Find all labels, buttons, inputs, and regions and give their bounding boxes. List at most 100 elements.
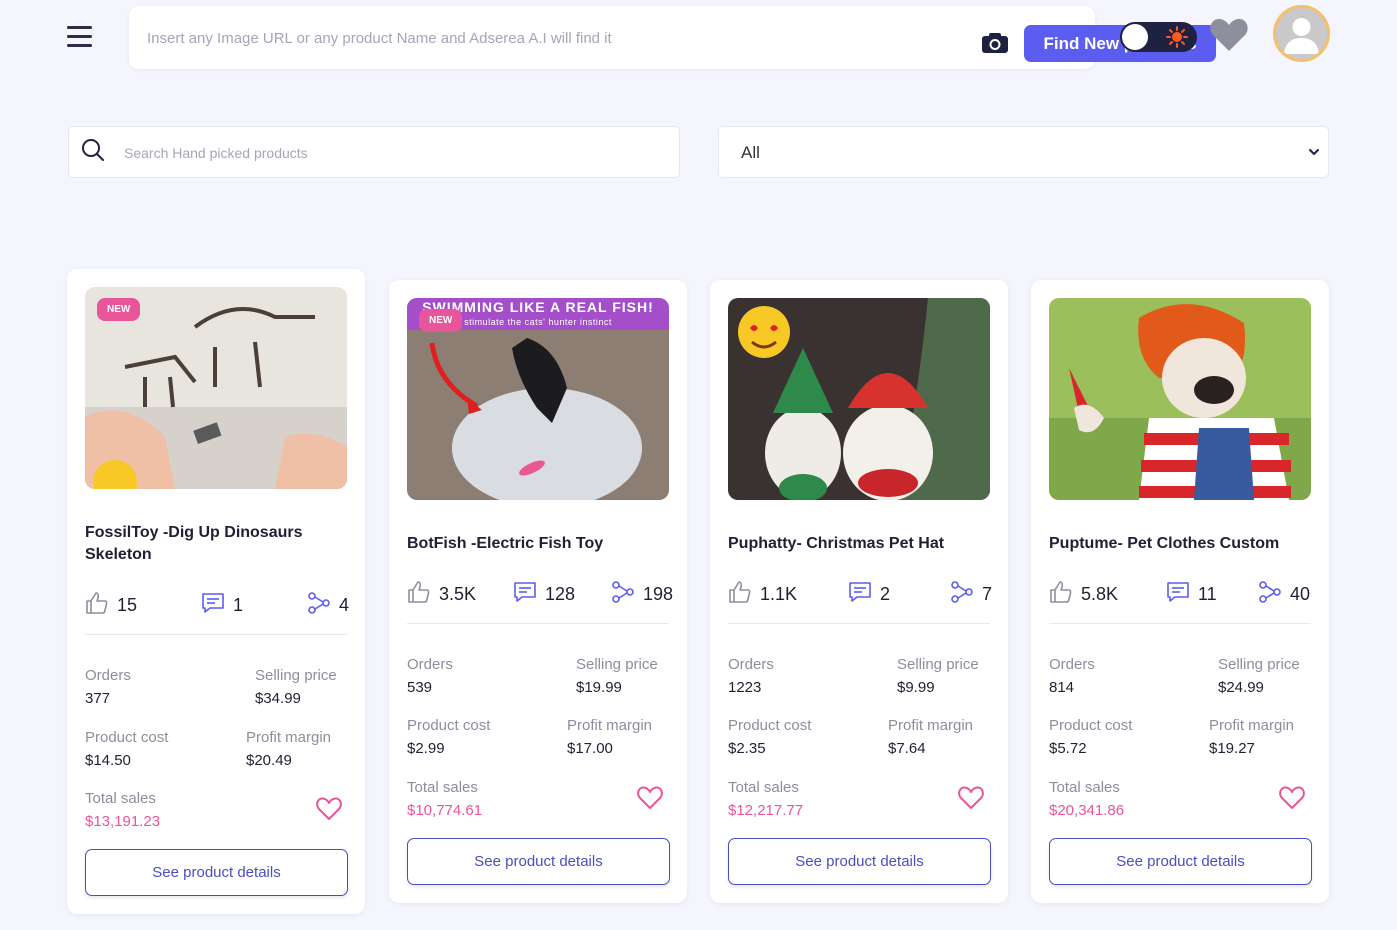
total-sales-value: $13,191.23 [85, 813, 161, 830]
likes-stat: 1.1K [728, 574, 797, 604]
product-title: BotFish -Electric Fish Toy [407, 535, 604, 552]
product-stats: 3.5K 128 198 [407, 574, 673, 604]
profit-margin-value: $19.27 [1209, 740, 1255, 757]
likes-stat: 15 [85, 585, 137, 615]
sun-icon [1166, 26, 1188, 48]
favorites-heart-icon[interactable] [1209, 17, 1249, 53]
product-cost-label: Product cost [728, 717, 812, 734]
likes-count: 3.5K [439, 584, 477, 604]
profit-margin-value: $17.00 [567, 740, 613, 757]
comment-icon [1167, 582, 1189, 602]
total-sales-label: Total sales [728, 779, 799, 796]
thumbs-up-icon [1050, 581, 1072, 603]
selling-price-label: Selling price [897, 656, 979, 673]
comments-count: 1 [233, 595, 244, 615]
avatar-placeholder-icon [1276, 8, 1327, 59]
favorite-heart-icon[interactable] [637, 786, 663, 810]
divider [85, 634, 347, 635]
product-stats: 15 1 4 [85, 585, 350, 615]
profit-margin-value: $20.49 [246, 752, 292, 769]
image-url-search-bar: Find New products [129, 6, 1216, 69]
product-card: Puptume- Pet Clothes Custom 5.8K 11 40 O… [1031, 280, 1329, 903]
comments-count: 128 [545, 584, 576, 604]
share-icon [612, 581, 634, 603]
product-title: FossilToy -Dig Up Dinosaurs Skeleton [85, 524, 303, 563]
new-badge: NEW [97, 298, 141, 321]
total-sales-value: $12,217.77 [728, 802, 804, 819]
orders-label: Orders [728, 656, 774, 673]
product-card: Puphatty- Christmas Pet Hat 1.1K 2 7 Ord… [710, 280, 1008, 903]
selling-price-label: Selling price [255, 667, 337, 684]
profit-margin-label: Profit margin [246, 729, 332, 746]
menu-icon[interactable] [67, 26, 92, 48]
product-image[interactable] [1049, 298, 1311, 500]
selling-price-value: $19.99 [576, 679, 622, 696]
product-cost-value: $2.99 [407, 740, 445, 757]
total-sales-label: Total sales [1049, 779, 1120, 796]
share-icon [1259, 581, 1281, 603]
comment-icon [849, 582, 871, 602]
camera-icon[interactable] [981, 32, 1009, 54]
category-select[interactable]: All [718, 126, 1329, 178]
thumbs-up-icon [86, 592, 108, 614]
user-avatar[interactable] [1273, 5, 1330, 62]
shares-count: 198 [643, 584, 674, 604]
selling-price-label: Selling price [576, 656, 658, 673]
theme-toggle[interactable] [1120, 22, 1197, 52]
likes-count: 1.1K [760, 584, 798, 604]
likes-count: 15 [117, 595, 138, 615]
chevron-down-icon [1309, 149, 1319, 156]
comment-icon [202, 593, 224, 613]
orders-value: 1223 [728, 679, 762, 696]
see-product-details-button[interactable]: See product details [728, 838, 991, 885]
likes-stat: 5.8K [1049, 574, 1118, 604]
comments-count: 2 [880, 584, 891, 604]
see-product-details-button[interactable]: See product details [1049, 838, 1312, 885]
product-cost-label: Product cost [85, 729, 169, 746]
comments-stat: 128 [513, 574, 575, 604]
product-stats: 5.8K 11 40 [1049, 574, 1311, 604]
search-icon [82, 139, 104, 161]
shares-count: 40 [1290, 584, 1311, 604]
orders-label: Orders [1049, 656, 1095, 673]
see-product-details-button[interactable]: See product details [407, 838, 670, 885]
divider [728, 623, 990, 624]
favorite-heart-icon[interactable] [958, 786, 984, 810]
divider [407, 623, 669, 624]
new-badge: NEW [419, 309, 463, 332]
product-image[interactable]: NEW [85, 287, 347, 489]
comment-icon [514, 582, 536, 602]
selling-price-value: $24.99 [1218, 679, 1264, 696]
product-image[interactable] [728, 298, 990, 500]
product-cost-value: $14.50 [85, 752, 131, 769]
product-cost-value: $5.72 [1049, 740, 1087, 757]
comments-stat: 1 [201, 585, 243, 615]
product-cost-value: $2.35 [728, 740, 766, 757]
profit-margin-label: Profit margin [567, 717, 653, 734]
hand-picked-search-bar [68, 126, 680, 178]
favorite-heart-icon[interactable] [1279, 786, 1305, 810]
share-icon [308, 592, 330, 614]
orders-value: 814 [1049, 679, 1075, 696]
favorite-heart-icon[interactable] [316, 797, 342, 821]
product-cost-label: Product cost [1049, 717, 1133, 734]
product-card: SWIMMING LIKE A REAL FISH! stimulate the… [389, 280, 687, 903]
image-url-search-input[interactable] [147, 26, 837, 50]
see-product-details-button[interactable]: See product details [85, 849, 348, 896]
thumbs-up-icon [729, 581, 751, 603]
orders-value: 539 [407, 679, 433, 696]
product-title: Puphatty- Christmas Pet Hat [728, 535, 945, 552]
product-image[interactable]: SWIMMING LIKE A REAL FISH! stimulate the… [407, 298, 669, 500]
shares-stat: 198 [611, 574, 673, 604]
selling-price-value: $9.99 [897, 679, 935, 696]
comments-stat: 2 [848, 574, 890, 604]
product-cost-label: Product cost [407, 717, 491, 734]
likes-count: 5.8K [1081, 584, 1119, 604]
orders-label: Orders [407, 656, 453, 673]
hand-picked-search-input[interactable] [124, 143, 644, 163]
comments-stat: 11 [1166, 574, 1217, 604]
shares-stat: 7 [950, 574, 992, 604]
shares-count: 4 [339, 595, 350, 615]
divider [1049, 623, 1311, 624]
profit-margin-label: Profit margin [1209, 717, 1295, 734]
